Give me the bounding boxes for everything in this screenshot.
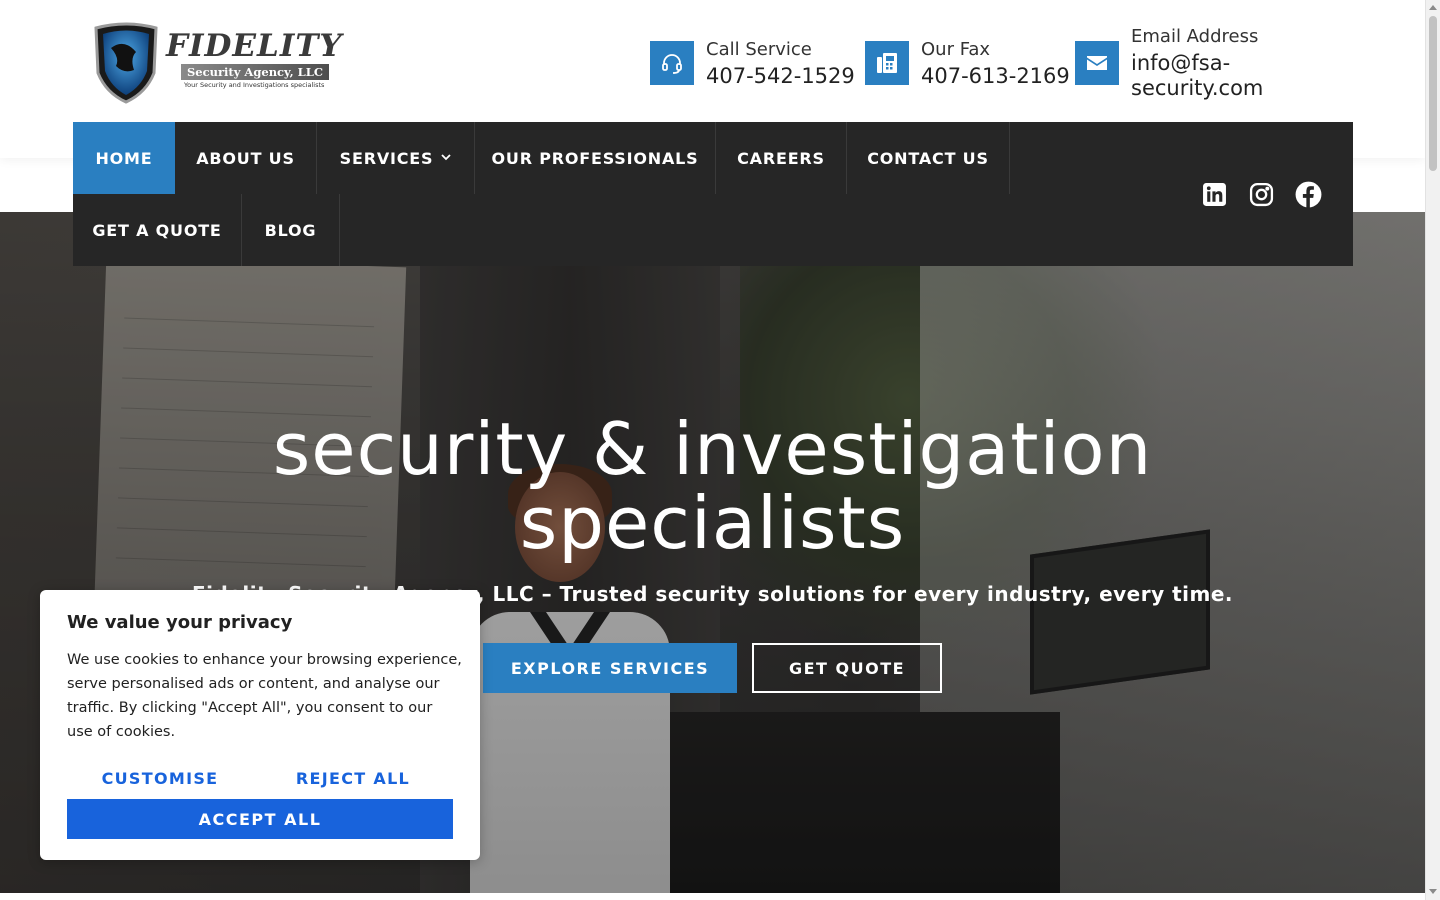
- page-bottom-strip: [0, 893, 1425, 900]
- linkedin-icon[interactable]: [1200, 180, 1228, 208]
- scroll-down-arrow-icon[interactable]: [1429, 889, 1437, 894]
- email-address[interactable]: info@fsa-security.com: [1131, 51, 1291, 101]
- vertical-scrollbar[interactable]: [1425, 0, 1440, 900]
- nav-item-our-professionals[interactable]: OUR PROFESSIONALS: [475, 122, 716, 194]
- accept-all-button[interactable]: ACCEPT ALL: [67, 799, 453, 839]
- scrollbar-thumb[interactable]: [1429, 16, 1437, 171]
- instagram-icon[interactable]: [1247, 180, 1275, 208]
- envelope-icon: [1075, 41, 1119, 85]
- headset-icon: [650, 41, 694, 85]
- contact-phone[interactable]: Call Service 407-542-1529: [650, 41, 855, 89]
- scroll-up-arrow-icon[interactable]: [1429, 5, 1437, 10]
- cookie-body-text: We use cookies to enhance your browsing …: [67, 652, 462, 740]
- contact-email[interactable]: Email Address info@fsa-security.com: [1075, 28, 1291, 101]
- nav-item-contact-us[interactable]: CONTACT US: [847, 122, 1010, 194]
- chevron-down-icon: [441, 153, 451, 164]
- logo-subtitle: Security Agency, LLC: [181, 64, 329, 80]
- phone-number[interactable]: 407-542-1529: [706, 64, 855, 89]
- facebook-icon[interactable]: [1294, 180, 1322, 208]
- cookie-title: We value your privacy: [67, 612, 293, 633]
- main-navigation: HOME ABOUT US SERVICES OUR PROFESSIONALS…: [73, 122, 1353, 266]
- nav-item-label: SERVICES: [339, 148, 434, 168]
- customise-button[interactable]: CUSTOMISE: [67, 761, 253, 795]
- site-logo[interactable]: FIDELITY Security Agency, LLC Your Secur…: [86, 18, 346, 108]
- nav-item-careers[interactable]: CAREERS: [716, 122, 847, 194]
- contact-fax[interactable]: Our Fax 407-613-2169: [865, 41, 1070, 89]
- reject-all-button[interactable]: REJECT ALL: [260, 761, 446, 795]
- explore-services-button[interactable]: EXPLORE SERVICES: [483, 643, 737, 693]
- fax-number: 407-613-2169: [921, 64, 1070, 88]
- nav-item-services[interactable]: SERVICES: [317, 122, 475, 194]
- contact-label: Email Address: [1131, 26, 1259, 47]
- nav-item-about-us[interactable]: ABOUT US: [175, 122, 317, 194]
- logo-tagline: Your Security and Investigations special…: [184, 81, 325, 89]
- contact-label: Call Service: [706, 39, 812, 60]
- nav-item-blog[interactable]: BLOG: [242, 194, 340, 266]
- nav-item-get-a-quote[interactable]: GET A QUOTE: [73, 194, 242, 266]
- fax-icon: [865, 41, 909, 85]
- nav-item-home[interactable]: HOME: [73, 122, 175, 194]
- hero-title: security & investigation specialists: [272, 407, 1153, 565]
- get-quote-button[interactable]: GET QUOTE: [752, 643, 942, 693]
- cookie-consent-banner: We value your privacy We use cookies to …: [40, 590, 480, 860]
- contact-label: Our Fax: [921, 39, 991, 60]
- shield-logo-icon: [94, 22, 158, 104]
- logo-title: FIDELITY: [166, 28, 343, 64]
